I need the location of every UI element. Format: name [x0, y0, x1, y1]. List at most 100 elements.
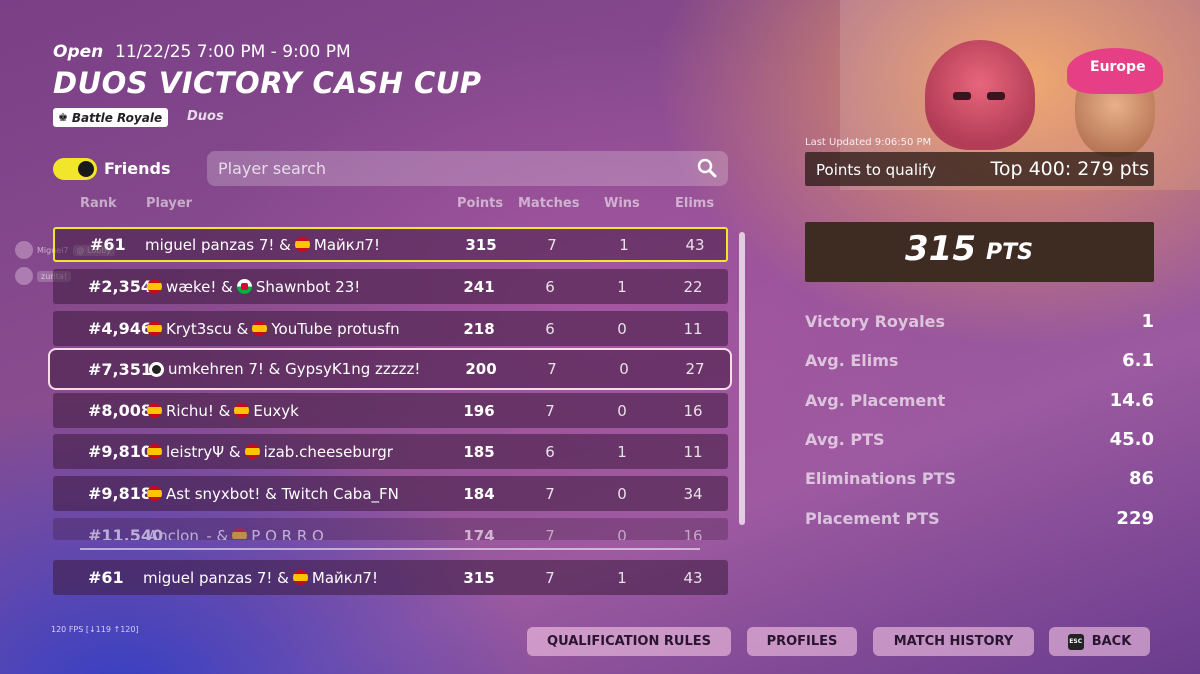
player-a-name: miguel panzas 7! & — [145, 235, 291, 254]
leaderboard-row[interactable]: #11,540 Anclon_- & P O R R O 174 7 0 16 — [53, 518, 728, 540]
player-b-name: YouTube protusfn — [271, 319, 400, 338]
avatar — [15, 241, 33, 259]
region-label: Europe — [1090, 59, 1146, 75]
fps-counter: 120 FPS [↓119 ↑120] — [51, 625, 139, 634]
eye-shape — [987, 92, 1005, 100]
spain-flag-icon — [147, 279, 162, 294]
row-elims: 43 — [685, 235, 705, 254]
event-date-range: 11/22/25 7:00 PM - 9:00 PM — [115, 42, 351, 62]
qualification-rules-button[interactable]: QUALIFICATION RULES — [527, 627, 731, 656]
spain-flag-icon — [147, 444, 162, 459]
leaderboard-row-self[interactable]: #61 miguel panzas 7! & Майкл7! 315 7 1 43 — [53, 227, 728, 262]
spain-flag-icon — [232, 528, 248, 540]
eye-shape — [953, 92, 971, 100]
row-player: miguel panzas 7! & Майкл7! — [143, 560, 378, 595]
row-rank: #7,351 — [88, 359, 153, 379]
leaderboard-row[interactable]: #2,354 wæke! & Shawnbot 23! 241 6 1 22 — [53, 269, 728, 304]
search-icon[interactable] — [697, 158, 717, 178]
row-elims: 16 — [683, 401, 703, 420]
crown-icon: ♚ — [58, 111, 68, 124]
event-status: Open — [53, 42, 104, 62]
player-a-name: Richu! & — [166, 401, 231, 420]
spain-flag-icon — [147, 403, 162, 418]
spain-flag-icon — [294, 237, 310, 252]
total-points-box — [805, 222, 1154, 282]
stat-label: Eliminations PTS — [805, 469, 957, 488]
stat-label: Avg. Elims — [805, 351, 899, 370]
leaderboard-row[interactable]: #4,946 Kryt3scu & YouTube protusfn 218 6 … — [53, 311, 728, 346]
spain-flag-icon — [252, 321, 268, 336]
page-title: DUOS VICTORY CASH CUP — [53, 66, 482, 100]
column-header-wins: Wins — [604, 196, 640, 211]
row-elims: 16 — [683, 526, 703, 541]
player-a-name: Ast snyxbot! & Twitch Caba_FN — [166, 484, 399, 503]
player-a-name: umkehren 7! & GypsyK1ng zzzzz! — [168, 360, 421, 378]
row-player: miguel panzas 7! & Майкл7! — [145, 229, 380, 260]
row-elims: 11 — [683, 319, 703, 338]
table-scrollbar[interactable] — [739, 232, 745, 525]
player-a-name: Kryt3scu & — [166, 319, 249, 338]
row-wins: 0 — [617, 319, 627, 338]
spain-flag-icon — [292, 570, 308, 585]
row-matches: 7 — [547, 360, 557, 378]
player-b-name: Майкл7! — [311, 568, 378, 587]
row-wins: 0 — [617, 401, 627, 420]
player-b-name: Shawnbot 23! — [255, 277, 361, 296]
leaderboard-pinned-row[interactable]: #61 miguel panzas 7! & Майкл7! 315 7 1 43 — [53, 560, 728, 595]
row-points: 174 — [463, 526, 495, 541]
row-elims: 27 — [685, 360, 705, 378]
row-elims: 11 — [683, 442, 703, 461]
match-history-button[interactable]: MATCH HISTORY — [873, 627, 1034, 656]
mode-label: Battle Royale — [71, 110, 163, 125]
leaderboard-row[interactable]: #9,810 leistryΨ & izab.cheeseburgr 185 6 … — [53, 434, 728, 469]
spain-flag-icon — [244, 444, 260, 459]
player-b-name: izab.cheeseburgr — [263, 442, 393, 461]
qualify-label: Points to qualify — [816, 161, 937, 179]
row-player: umkehren 7! & GypsyK1ng zzzzz! — [145, 350, 420, 388]
back-button[interactable]: ESC BACK — [1049, 627, 1150, 656]
player-a-name: miguel panzas 7! & — [143, 568, 289, 587]
divider — [80, 548, 700, 550]
column-header-player: Player — [146, 196, 193, 211]
friends-toggle[interactable] — [53, 158, 97, 180]
player-a-name: wæke! & — [166, 277, 233, 296]
esc-key-icon: ESC — [1067, 633, 1084, 650]
player-b-name: Euxyk — [253, 401, 299, 420]
leaderboard-row[interactable]: #8,008 Richu! & Euxyk 196 7 0 16 — [53, 393, 728, 428]
row-elims: 22 — [683, 277, 703, 296]
row-player: Anclon_- & P O R R O — [148, 518, 324, 540]
stat-label: Avg. Placement — [805, 391, 946, 410]
avatar — [15, 267, 33, 285]
row-points: 185 — [463, 442, 495, 461]
character-portrait — [925, 40, 1035, 150]
row-matches: 7 — [545, 484, 555, 503]
back-label: BACK — [1091, 634, 1132, 649]
flag-icon — [149, 361, 164, 377]
friends-label: Friends — [104, 159, 171, 178]
column-header-rank: Rank — [80, 196, 117, 211]
stat-value: 86 — [1128, 468, 1154, 489]
row-wins: 0 — [617, 526, 627, 541]
team-type-label: Duos — [187, 109, 224, 124]
spain-flag-icon — [147, 486, 162, 501]
row-player: Ast snyxbot! & Twitch Caba_FN — [143, 476, 399, 511]
row-matches: 7 — [545, 568, 555, 587]
row-matches: 6 — [545, 277, 555, 296]
stat-value: 6.1 — [1122, 350, 1154, 371]
row-matches: 6 — [545, 442, 555, 461]
row-wins: 1 — [619, 235, 629, 254]
toggle-knob — [78, 161, 94, 177]
row-matches: 7 — [545, 526, 555, 541]
stat-value: 229 — [1116, 508, 1154, 529]
row-wins: 0 — [619, 360, 629, 378]
player-a-name: Anclon_- & — [148, 526, 229, 541]
row-points: 315 — [465, 235, 497, 254]
leaderboard-row[interactable]: #9,818 Ast snyxbot! & Twitch Caba_FN 184… — [53, 476, 728, 511]
profiles-button[interactable]: PROFILES — [747, 627, 857, 656]
leaderboard-row-focused[interactable]: #7,351 umkehren 7! & GypsyK1ng zzzzz! 20… — [48, 348, 732, 390]
row-player: wæke! & Shawnbot 23! — [143, 269, 360, 304]
row-matches: 7 — [545, 401, 555, 420]
row-points: 218 — [463, 319, 495, 338]
row-points: 196 — [463, 401, 495, 420]
row-matches: 6 — [545, 319, 555, 338]
